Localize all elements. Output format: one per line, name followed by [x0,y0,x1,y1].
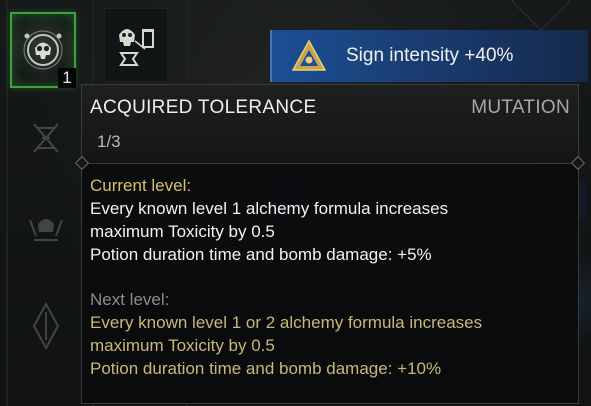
mutation-slot-second[interactable] [104,8,168,82]
sign-intensity-bonus: Sign intensity +40% [270,30,588,82]
skull-wings-icon [29,219,63,241]
skull-emblem-icon [23,30,63,70]
next-level-line: Every known level 1 or 2 alchemy formula… [90,313,483,332]
mutation-tooltip: ACQUIRED TOLERANCE MUTATION 1/3 Current … [81,84,579,404]
sign-triangle-icon [291,39,327,71]
next-level-line: Potion duration time and bomb damage: +1… [90,359,442,378]
tooltip-type: MUTATION [471,97,570,118]
next-level-line: maximum Toxicity by 0.5 [90,336,275,355]
current-level-line: Every known level 1 alchemy formula incr… [90,199,449,218]
current-level-section: Current level: Every known level 1 alche… [90,175,570,266]
mutation-slot-acquired-tolerance[interactable]: 1 [10,12,76,88]
tooltip-title: ACQUIRED TOLERANCE [90,97,317,118]
tooltip-rank: 1/3 [97,132,121,151]
sign-intensity-text: Sign intensity +40% [346,45,514,66]
current-level-line: maximum Toxicity by 0.5 [90,222,275,241]
mutation-level-badge: 1 [58,68,76,88]
next-level-label: Next level: [90,290,170,309]
dna-helix-icon [33,123,59,153]
current-level-line: Potion duration time and bomb damage: +5… [90,245,432,264]
sword-emblem-icon [32,301,60,351]
skull-potion-icon [119,29,154,66]
column-divider [6,0,8,406]
next-level-section: Next level: Every known level 1 or 2 alc… [90,289,570,380]
current-level-label: Current level: [90,176,192,195]
tooltip-header: ACQUIRED TOLERANCE MUTATION 1/3 [82,85,578,164]
